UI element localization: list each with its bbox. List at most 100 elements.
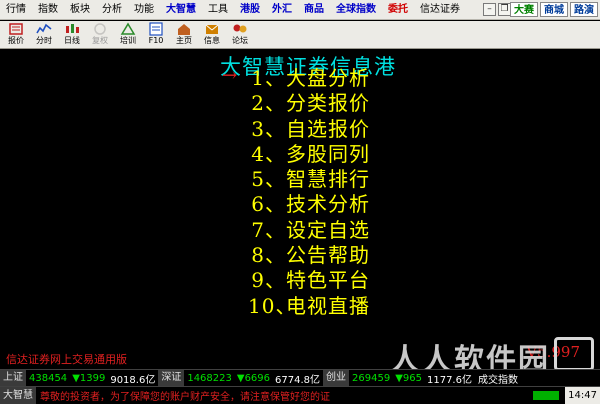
turnover-index-label: 成交指数 xyxy=(477,374,518,386)
menu-item-number: 7、 xyxy=(251,217,286,242)
menu-item-4[interactable]: 功能 xyxy=(128,0,160,20)
notice-ticker: 尊敬的投资者，为了保障您的账户财产安全，请注意保管好您的证 xyxy=(40,392,330,403)
menu-item-number: 9、 xyxy=(251,268,286,293)
toolbar-label: 主页 xyxy=(176,36,192,45)
menu-item-number: 6、 xyxy=(251,192,286,217)
broker-label: 信达证券网上交易通用版 xyxy=(6,353,127,366)
sh-index-change: ▼1399 xyxy=(72,372,106,384)
training-icon xyxy=(120,22,136,35)
function-menu-item[interactable]: 5、智慧排行 xyxy=(248,167,370,192)
menu-item-0[interactable]: 行情 xyxy=(0,0,32,20)
toolbar-button-7[interactable]: 信息 xyxy=(198,21,226,49)
cy-index-value: 269459 xyxy=(352,372,391,384)
status-app-name[interactable]: 大智慧 xyxy=(0,387,36,404)
toolbar-label: 论坛 xyxy=(232,36,248,45)
main-panel: 大智慧证券信息港 → 1、大盘分析 2、分类报价 3、自选报价 4、多股同列 5、智慧排… xyxy=(0,49,600,378)
quote-icon xyxy=(9,23,23,35)
menu-item-12[interactable]: 信达证券 xyxy=(414,0,466,20)
mall-link[interactable]: 商城 xyxy=(540,2,568,17)
menu-item-2[interactable]: 板块 xyxy=(64,0,96,20)
cy-index-change: ▼965 xyxy=(395,372,422,384)
toolbar-label: 复权 xyxy=(92,36,108,45)
menu-item-11[interactable]: 委托 xyxy=(382,0,414,20)
watermark-logo-icon xyxy=(554,337,594,371)
menu-item-label: 分类报价 xyxy=(286,91,370,116)
top-links: 大赛 商城 路演 xyxy=(510,2,598,17)
toolbar-button-2[interactable]: 日线 xyxy=(58,21,86,49)
menu-item-label: 自选报价 xyxy=(286,116,370,141)
menu-item-8[interactable]: 外汇 xyxy=(266,0,298,20)
sz-index-name[interactable]: 深证 xyxy=(158,370,185,386)
function-menu-item[interactable]: 4、多股同列 xyxy=(248,142,370,167)
menu-item-label: 智慧排行 xyxy=(286,167,370,192)
menu-item-number: 1、 xyxy=(251,66,286,90)
menu-item-9[interactable]: 商品 xyxy=(298,0,330,20)
sh-index-name[interactable]: 上证 xyxy=(0,370,26,386)
toolbar-label: 报价 xyxy=(8,36,24,45)
toolbar-button-6[interactable]: 主页 xyxy=(170,21,198,49)
menu-item-number: 5、 xyxy=(251,167,286,192)
menu-items: 行情 指数 板块 分析 功能 大智慧 工具 港股 外汇 商品 全球指数 委托 信达证券 xyxy=(0,0,466,20)
kline-icon xyxy=(66,24,79,33)
minimize-icon[interactable]: – xyxy=(483,3,496,16)
function-menu-item[interactable]: 1、大盘分析 xyxy=(248,66,370,91)
toolbar-label: 信息 xyxy=(204,36,220,45)
menu-item-7[interactable]: 港股 xyxy=(234,0,266,20)
sz-index-amount: 6774.8亿 xyxy=(275,374,321,386)
menu-item-10[interactable]: 全球指数 xyxy=(330,0,382,20)
sz-index-change: ▼6696 xyxy=(236,372,271,384)
f10-icon xyxy=(149,22,163,36)
toolbar-button-1[interactable]: 分时 xyxy=(30,21,58,49)
cy-index-name[interactable]: 创业 xyxy=(323,370,350,386)
menu-item-1[interactable]: 指数 xyxy=(32,0,64,20)
toolbar-label: 分时 xyxy=(36,36,52,45)
cy-index-amount: 1177.6亿 xyxy=(426,374,472,386)
menu-item-label: 多股同列 xyxy=(286,141,370,166)
menu-item-label: 特色平台 xyxy=(286,268,370,293)
menu-item-6[interactable]: 工具 xyxy=(202,0,234,20)
status-bar: 大智慧 尊敬的投资者，为了保障您的账户财产安全，请注意保管好您的证 14:47 xyxy=(0,386,600,404)
menu-item-number: 3、 xyxy=(251,116,286,141)
menu-bar: 行情指数板块分析功能大智慧工具港股外汇商品全球指数委托信达证券 – ❐ ✕ 大赛… xyxy=(0,0,600,20)
toolbar-button-8[interactable]: 论坛 xyxy=(226,21,254,49)
menu-item-label: 设定自选 xyxy=(286,217,370,242)
sz-index-value: 1468223 xyxy=(187,372,232,384)
forum-icon xyxy=(233,24,247,33)
toolbar-button-0[interactable]: 报价 xyxy=(2,21,30,49)
menu-item-label: 技术分析 xyxy=(286,192,370,217)
function-menu-item[interactable]: 10、电视直播 xyxy=(248,294,370,319)
home-icon xyxy=(178,24,190,35)
toolbar-button-4[interactable]: 培训 xyxy=(114,21,142,49)
function-menu-item[interactable]: 9、特色平台 xyxy=(248,268,370,293)
menu-item-5[interactable]: 大智慧 xyxy=(160,0,202,20)
menu-item-label: 电视直播 xyxy=(286,293,370,318)
timeshare-icon xyxy=(36,23,52,34)
connection-indicator-icon xyxy=(533,391,560,400)
contest-link[interactable]: 大赛 xyxy=(510,2,538,17)
menu-item-label: 大盘分析 xyxy=(286,66,370,90)
function-menu-item[interactable]: 3、自选报价 xyxy=(248,117,370,142)
sh-index-amount: 9018.6亿 xyxy=(110,374,156,386)
menu-item-number: 2、 xyxy=(251,91,286,116)
menu-item-number: 10、 xyxy=(248,293,297,318)
function-menu-item[interactable]: 8、公告帮助 xyxy=(248,243,370,268)
index-strip: 上证 438454 ▼1399 9018.6亿 深证 1468223 ▼6696… xyxy=(0,369,600,386)
roadshow-link[interactable]: 路演 xyxy=(570,2,598,17)
sh-index-value: 438454 xyxy=(29,372,68,384)
function-menu: 1、大盘分析 2、分类报价 3、自选报价 4、多股同列 5、智慧排行 6、技术分析 7、设定… xyxy=(248,66,370,319)
restore-rights-icon xyxy=(94,23,106,35)
selection-arrow-icon: → xyxy=(222,65,238,86)
info-icon xyxy=(205,24,219,34)
menu-item-3[interactable]: 分析 xyxy=(96,0,128,20)
menu-item-number: 4、 xyxy=(251,141,286,166)
function-menu-item[interactable]: 6、技术分析 xyxy=(248,192,370,217)
toolbar-button-5[interactable]: F10 xyxy=(142,21,170,49)
toolbar-label: 日线 xyxy=(64,36,80,45)
toolbar: 报价 分时 日线 复权 培训 F10 主页 信息 论坛 xyxy=(0,21,600,49)
menu-item-number: 8、 xyxy=(251,243,286,268)
function-menu-item[interactable]: 7、设定自选 xyxy=(248,218,370,243)
clock: 14:47 xyxy=(565,387,600,404)
toolbar-button-3: 复权 xyxy=(86,21,114,49)
function-menu-item[interactable]: 2、分类报价 xyxy=(248,91,370,116)
toolbar-label: F10 xyxy=(148,36,164,45)
